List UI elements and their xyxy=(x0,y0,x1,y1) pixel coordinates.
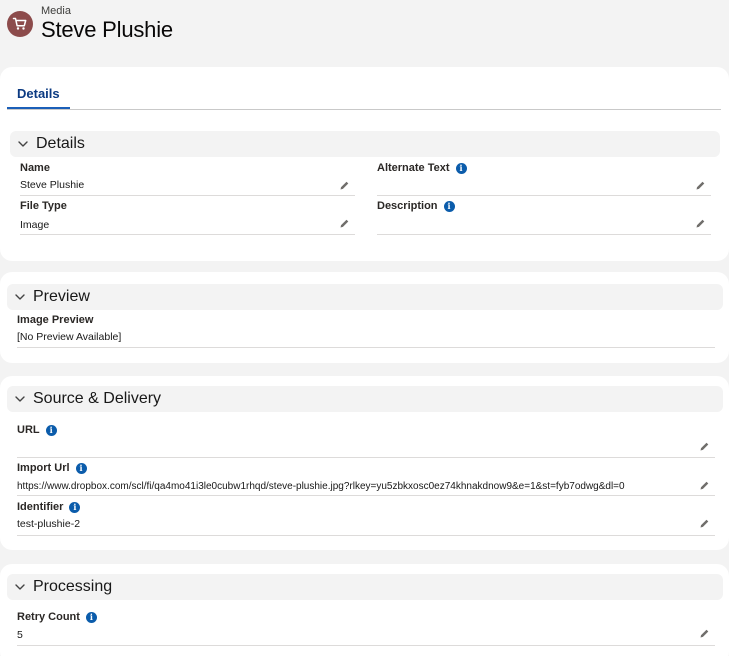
field-value: Image xyxy=(20,219,50,231)
field-description: Description i xyxy=(377,200,711,236)
section-title: Source & Delivery xyxy=(33,390,162,407)
field-alternate-text: Alternate Text i xyxy=(377,162,711,196)
field-label: Import Url xyxy=(17,462,70,474)
edit-pencil-icon[interactable] xyxy=(698,440,710,452)
chevron-down-icon xyxy=(7,386,33,412)
field-label: Description xyxy=(377,200,438,212)
field-url: URL i xyxy=(17,424,715,458)
edit-pencil-icon[interactable] xyxy=(698,479,710,491)
chevron-down-icon xyxy=(10,131,36,157)
field-label: Retry Count xyxy=(17,611,80,623)
field-image-preview: Image Preview [No Preview Available] xyxy=(17,314,715,348)
field-name: Name Steve Plushie xyxy=(20,162,355,196)
field-label: Identifier xyxy=(17,501,64,513)
chevron-down-icon xyxy=(7,284,33,310)
field-import-url: Import Url i https://www.dropbox.com/scl… xyxy=(17,462,715,496)
field-label: URL xyxy=(17,424,40,436)
field-value: Steve Plushie xyxy=(20,179,85,191)
field-label: Image Preview xyxy=(17,314,94,326)
section-header-processing[interactable]: Processing xyxy=(7,574,723,600)
info-icon[interactable]: i xyxy=(45,424,57,436)
edit-pencil-icon[interactable] xyxy=(338,179,350,191)
section-title: Details xyxy=(36,135,85,152)
info-icon[interactable]: i xyxy=(69,501,81,513)
field-retry-count: Retry Count i 5 xyxy=(17,611,715,646)
field-label: File Type xyxy=(20,200,67,212)
cart-icon xyxy=(7,11,33,37)
tab-bar: Details xyxy=(7,84,721,110)
section-header-source-delivery[interactable]: Source & Delivery xyxy=(7,386,723,412)
edit-pencil-icon[interactable] xyxy=(694,179,706,191)
object-type-label: Media xyxy=(41,5,71,17)
tab-details[interactable]: Details xyxy=(7,84,70,109)
section-title: Preview xyxy=(33,288,90,305)
section-header-preview[interactable]: Preview xyxy=(7,284,723,310)
field-identifier: Identifier i test-plushie-2 xyxy=(17,501,715,536)
field-value: 5 xyxy=(17,629,23,641)
field-label: Name xyxy=(20,162,50,174)
field-value: test-plushie-2 xyxy=(17,518,81,530)
info-icon[interactable]: i xyxy=(443,200,455,212)
field-label: Alternate Text xyxy=(377,162,450,174)
edit-pencil-icon[interactable] xyxy=(338,217,350,229)
chevron-down-icon xyxy=(7,574,33,600)
edit-pencil-icon[interactable] xyxy=(698,627,710,639)
info-icon[interactable]: i xyxy=(75,462,87,474)
info-icon[interactable]: i xyxy=(455,162,467,174)
edit-pencil-icon[interactable] xyxy=(698,517,710,529)
field-file-type: File Type Image xyxy=(20,200,355,236)
record-title: Steve Plushie xyxy=(41,17,173,42)
field-value: [No Preview Available] xyxy=(17,331,122,343)
info-icon[interactable]: i xyxy=(85,611,97,623)
section-header-details[interactable]: Details xyxy=(10,131,720,157)
section-title: Processing xyxy=(33,578,113,595)
record-header: Media Steve Plushie xyxy=(0,0,729,60)
edit-pencil-icon[interactable] xyxy=(694,217,706,229)
field-value: https://www.dropbox.com/scl/fi/qa4mo41i3… xyxy=(17,481,625,492)
